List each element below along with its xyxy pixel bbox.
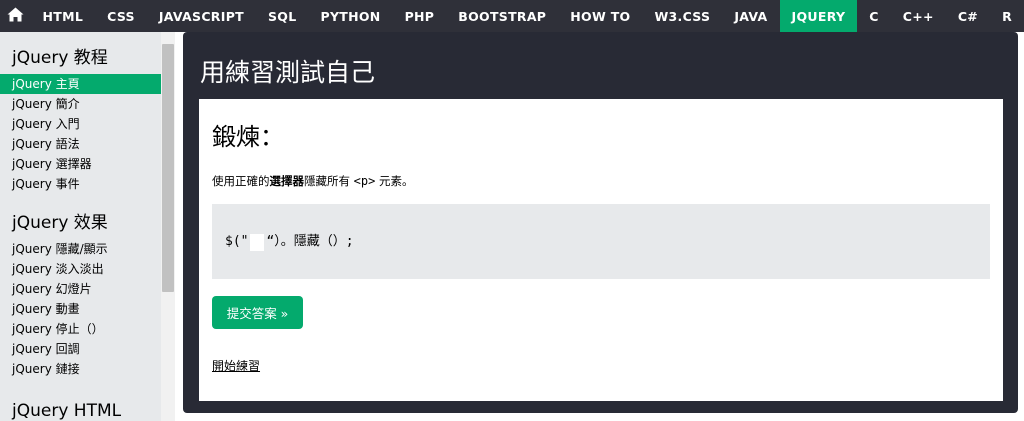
sidebar-link[interactable]: jQuery 停止（） — [0, 319, 161, 339]
instruction-suffix: 元素。 — [375, 174, 414, 188]
nav-item-python[interactable]: PYTHON — [308, 0, 392, 32]
sidebar-link[interactable]: jQuery 簡介 — [0, 94, 161, 114]
instruction-prefix: 使用正確的 — [212, 174, 270, 188]
code-line: $(" “）。隱藏（）; — [225, 233, 354, 251]
exercise-heading: 鍛煉： — [212, 123, 284, 151]
sidebar-link[interactable]: jQuery 回調 — [0, 339, 161, 359]
nav-item-c#[interactable]: C# — [946, 0, 990, 32]
sidebar-heading-html: jQuery HTML — [12, 401, 122, 421]
submit-answer-button[interactable]: 提交答案 » — [212, 296, 303, 329]
nav-item-c[interactable]: C — [857, 0, 890, 32]
exercise-instruction: 使用正確的選擇器隱藏所有 <p> 元素。 — [212, 173, 414, 189]
nav-item-w3-css[interactable]: W3.CSS — [642, 0, 722, 32]
code-suffix: “）。隱藏（）; — [266, 234, 354, 249]
sidebar-link[interactable]: jQuery 淡入淡出 — [0, 259, 161, 279]
nav-item-r[interactable]: R — [990, 0, 1024, 32]
nav-item-sql[interactable]: SQL — [256, 0, 309, 32]
sidebar-link[interactable]: jQuery 選擇器 — [0, 154, 161, 174]
sidebar-link[interactable]: jQuery 語法 — [0, 134, 161, 154]
instruction-middle: 隱藏所有 — [304, 174, 354, 188]
nav-item-bootstrap[interactable]: BOOTSTRAP — [446, 0, 558, 32]
page-title: 用練習測試自己 — [200, 58, 376, 87]
nav-item-javascript[interactable]: JAVASCRIPT — [147, 0, 256, 32]
instruction-bold: 選擇器 — [269, 174, 305, 188]
sidebar-link[interactable]: jQuery 隱藏/顯示 — [0, 239, 161, 259]
nav-item-c++[interactable]: C++ — [891, 0, 946, 32]
home-icon — [7, 7, 24, 26]
sidebar-heading-effects: jQuery 效果 — [12, 213, 108, 233]
sidebar-scrollbar-thumb[interactable] — [162, 44, 174, 292]
sidebar-link[interactable]: jQuery 鏈接 — [0, 359, 161, 379]
nav-item-html[interactable]: HTML — [31, 0, 96, 32]
sidebar-link[interactable]: jQuery 幻燈片 — [0, 279, 161, 299]
sidebar-link[interactable]: jQuery 動畫 — [0, 299, 161, 319]
start-exercise-link[interactable]: 開始練習 — [212, 357, 260, 374]
nav-item-how-to[interactable]: HOW TO — [558, 0, 642, 32]
nav-item-jquery[interactable]: JQUERY — [779, 0, 858, 32]
nav-item-css[interactable]: CSS — [95, 0, 147, 32]
nav-item-java[interactable]: JAVA — [722, 0, 779, 32]
sidebar: jQuery 教程 jQuery 主頁 jQuery 簡介 jQuery 入門 jQu… — [0, 32, 161, 421]
answer-input[interactable] — [250, 233, 265, 251]
sidebar-link[interactable]: jQuery 事件 — [0, 174, 161, 194]
instruction-code: <p> — [353, 174, 376, 188]
nav-item-php[interactable]: PHP — [393, 0, 447, 32]
sidebar-link[interactable]: jQuery 入門 — [0, 114, 161, 134]
sidebar-link[interactable]: jQuery 主頁 — [0, 74, 161, 94]
code-prefix: $(" — [225, 234, 249, 249]
top-navigation: HTML CSS JAVASCRIPT SQL PYTHON PHP BOOTSTRAP HO… — [0, 0, 1024, 32]
sidebar-heading-tutorial: jQuery 教程 — [12, 48, 108, 68]
home-button[interactable] — [0, 0, 31, 32]
